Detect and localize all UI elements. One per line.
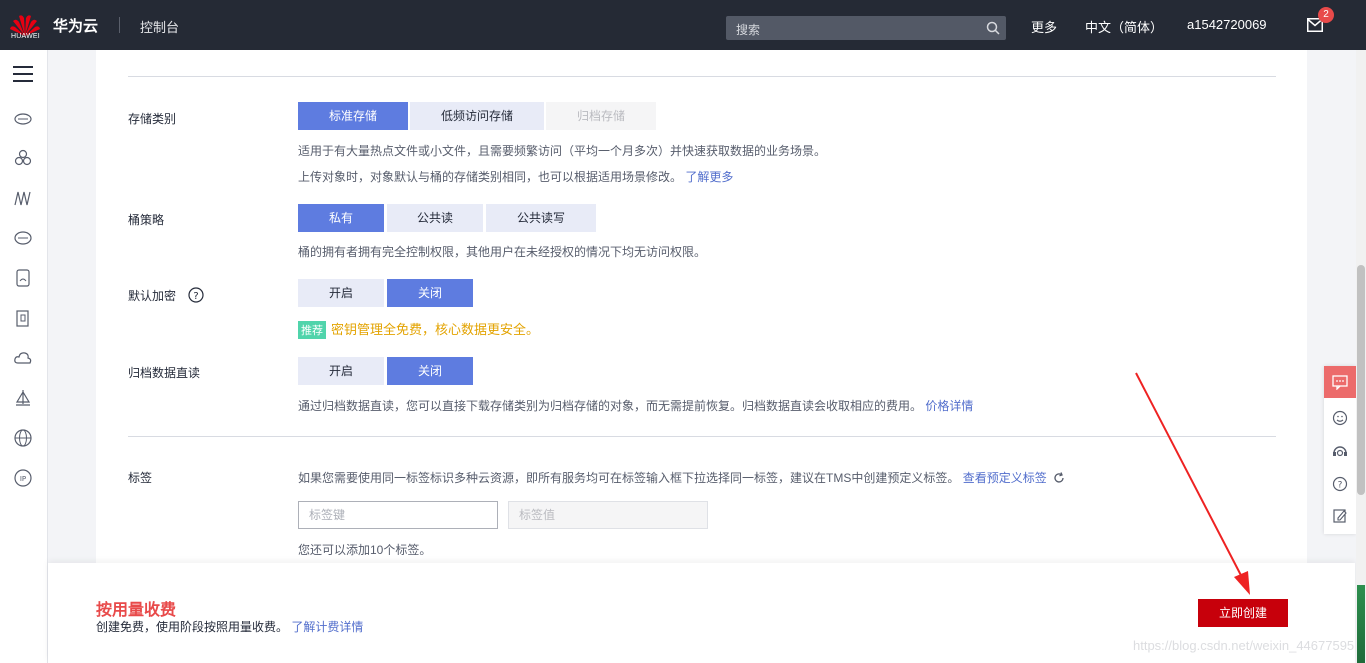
option-public-read-write[interactable]: 公共读写	[486, 204, 596, 232]
smile-icon	[1332, 410, 1348, 426]
user-account[interactable]: a1542720069	[1187, 17, 1267, 32]
view-predefined-tags-link[interactable]: 查看预定义标签	[963, 471, 1047, 485]
storage-class-description: 适用于有大量热点文件或小文件，且需要频繁访问（平均一个月多次）并快速获取数据的业…	[298, 144, 827, 158]
billing-details-link[interactable]: 了解计费详情	[291, 620, 363, 634]
section-divider	[128, 76, 1276, 77]
edit-icon	[1333, 509, 1347, 523]
more-menu[interactable]: 更多	[1031, 17, 1057, 36]
cloud-cluster-icon[interactable]	[13, 148, 33, 168]
ship-icon[interactable]	[13, 388, 33, 408]
divider	[119, 17, 120, 33]
billing-description: 创建免费，使用阶段按照用量收费。 了解计费详情	[96, 618, 363, 635]
left-nav: IP	[0, 50, 48, 663]
tags-description-text: 如果您需要使用同一标签标识多种云资源，即所有服务均可在标签输入框下拉选择同一标签…	[298, 471, 960, 485]
feedback-button[interactable]	[1324, 402, 1356, 434]
language-selector[interactable]: 中文（简体）	[1085, 17, 1163, 36]
search-input[interactable]: 搜索	[726, 16, 1006, 40]
question-icon: ?	[1332, 476, 1348, 492]
page-scrollbar[interactable]	[1356, 50, 1366, 663]
refresh-icon[interactable]	[1053, 472, 1065, 484]
cloud-server-icon[interactable]	[13, 108, 33, 128]
mail-count-badge: 2	[1318, 7, 1334, 23]
default-encryption-label: 默认加密	[128, 289, 177, 303]
ip-icon[interactable]: IP	[13, 468, 33, 488]
recommend-text: 密钥管理全免费，核心数据更安全。	[331, 322, 540, 337]
svg-text:?: ?	[1338, 481, 1343, 491]
top-bar: HUAWEI 华为云 控制台 搜索 更多 中文（简体） a1542720069 …	[0, 0, 1366, 50]
billing-title: 按用量收费	[96, 602, 177, 619]
archive-direct-read-label: 归档数据直读	[128, 366, 201, 380]
globe-icon[interactable]	[13, 428, 33, 448]
logo-text: HUAWEI	[11, 33, 40, 40]
storage-class-note: 上传对象时，对象默认与桶的存储类别相同，也可以根据适用场景修改。 了解更多	[298, 168, 733, 185]
option-public-read[interactable]: 公共读	[387, 204, 483, 232]
scroll-indicator	[1357, 585, 1365, 663]
chat-button[interactable]	[1324, 366, 1356, 398]
option-standard-storage[interactable]: 标准存储	[298, 102, 408, 130]
headset-icon	[1333, 446, 1347, 457]
search-placeholder: 搜索	[736, 23, 761, 37]
storage-class-label: 存储类别	[128, 112, 177, 126]
encryption-recommendation: 推荐 密钥管理全免费，核心数据更安全。	[298, 319, 539, 339]
chat-icon	[1332, 375, 1348, 390]
option-infrequent-storage[interactable]: 低频访问存储	[410, 102, 544, 130]
database-icon[interactable]	[13, 268, 33, 288]
help-center-button[interactable]: ?	[1324, 468, 1356, 500]
network-icon[interactable]	[13, 188, 33, 208]
brand-name[interactable]: 华为云	[53, 15, 98, 36]
tags-label: 标签	[128, 471, 153, 485]
tag-value-input: 标签值	[508, 501, 708, 529]
svg-text:?: ?	[193, 291, 198, 302]
option-archive-storage: 归档存储	[546, 102, 656, 130]
learn-more-link[interactable]: 了解更多	[685, 170, 733, 184]
tag-key-input[interactable]: 标签键	[298, 501, 498, 529]
scroll-thumb[interactable]	[1357, 265, 1365, 495]
search-icon[interactable]	[986, 21, 1000, 35]
encryption-on-option[interactable]: 开启	[298, 279, 384, 307]
recommend-tag: 推荐	[298, 321, 326, 339]
archive-read-description: 通过归档数据直读，您可以直接下载存储类别为归档存储的对象，而无需提前恢复。归档数…	[298, 397, 973, 414]
billing-description-text: 创建免费，使用阶段按照用量收费。	[96, 620, 289, 634]
bucket-policy-label: 桶策略	[128, 213, 165, 227]
container-icon[interactable]	[13, 308, 33, 328]
footer-bar: 按用量收费 创建免费，使用阶段按照用量收费。 了解计费详情 立即创建 https…	[48, 563, 1355, 663]
service-button[interactable]	[1324, 436, 1356, 468]
cloud-icon[interactable]	[13, 348, 33, 368]
encryption-off-option[interactable]: 关闭	[387, 279, 473, 307]
create-now-button[interactable]: 立即创建	[1198, 599, 1288, 627]
menu-icon[interactable]	[13, 66, 33, 82]
price-details-link[interactable]: 价格详情	[925, 399, 973, 413]
storage-class-note-text: 上传对象时，对象默认与桶的存储类别相同，也可以根据适用场景修改。	[298, 170, 683, 184]
tags-description: 如果您需要使用同一标签标识多种云资源，即所有服务均可在标签输入框下拉选择同一标签…	[298, 469, 1065, 486]
archive-read-description-text: 通过归档数据直读，您可以直接下载存储类别为归档存储的对象，而无需提前恢复。归档数…	[298, 399, 923, 413]
tags-hint: 您还可以添加10个标签。	[298, 543, 432, 557]
archive-read-off-option[interactable]: 关闭	[387, 357, 473, 385]
archive-read-on-option[interactable]: 开启	[298, 357, 384, 385]
notes-button[interactable]	[1324, 500, 1356, 532]
bucket-policy-description: 桶的拥有者拥有完全控制权限，其他用户在未经授权的情况下均无访问权限。	[298, 245, 707, 259]
help-icon[interactable]: ?	[188, 287, 204, 303]
create-bucket-form: 存储类别 标准存储 低频访问存储 归档存储 适用于有大量热点文件或小文件，且需要…	[96, 50, 1307, 563]
option-private[interactable]: 私有	[298, 204, 384, 232]
watermark: https://blog.csdn.net/weixin_44677595	[1133, 638, 1355, 653]
console-link[interactable]: 控制台	[140, 17, 179, 36]
svg-text:IP: IP	[20, 475, 26, 483]
storage-icon[interactable]	[13, 228, 33, 248]
section-divider	[128, 436, 1276, 437]
floating-toolbar: ?	[1324, 366, 1356, 534]
